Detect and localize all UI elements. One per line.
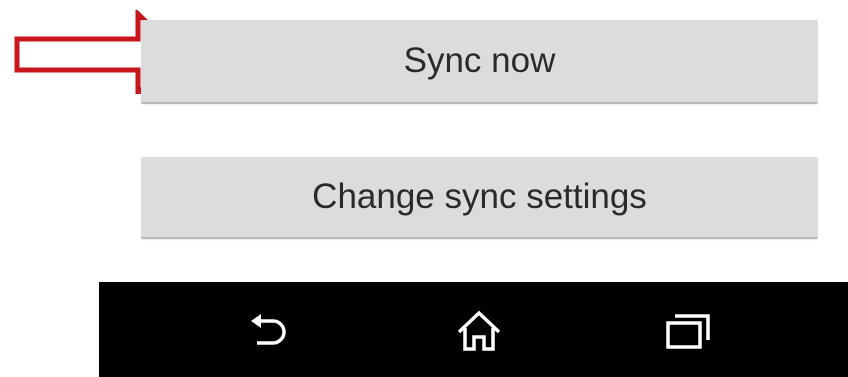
sync-now-button[interactable]: Sync now bbox=[141, 20, 818, 104]
change-sync-settings-button[interactable]: Change sync settings bbox=[141, 157, 818, 239]
navigation-bar bbox=[99, 282, 848, 377]
home-icon bbox=[457, 310, 501, 351]
back-icon bbox=[251, 314, 286, 345]
back-button[interactable] bbox=[245, 308, 299, 354]
recent-apps-button[interactable] bbox=[661, 308, 715, 354]
change-sync-settings-label: Change sync settings bbox=[312, 177, 647, 216]
sync-now-label: Sync now bbox=[403, 41, 556, 80]
screen: Sync now Change sync settings bbox=[0, 0, 848, 377]
home-button[interactable] bbox=[452, 308, 506, 354]
recent-apps-icon bbox=[666, 314, 710, 349]
